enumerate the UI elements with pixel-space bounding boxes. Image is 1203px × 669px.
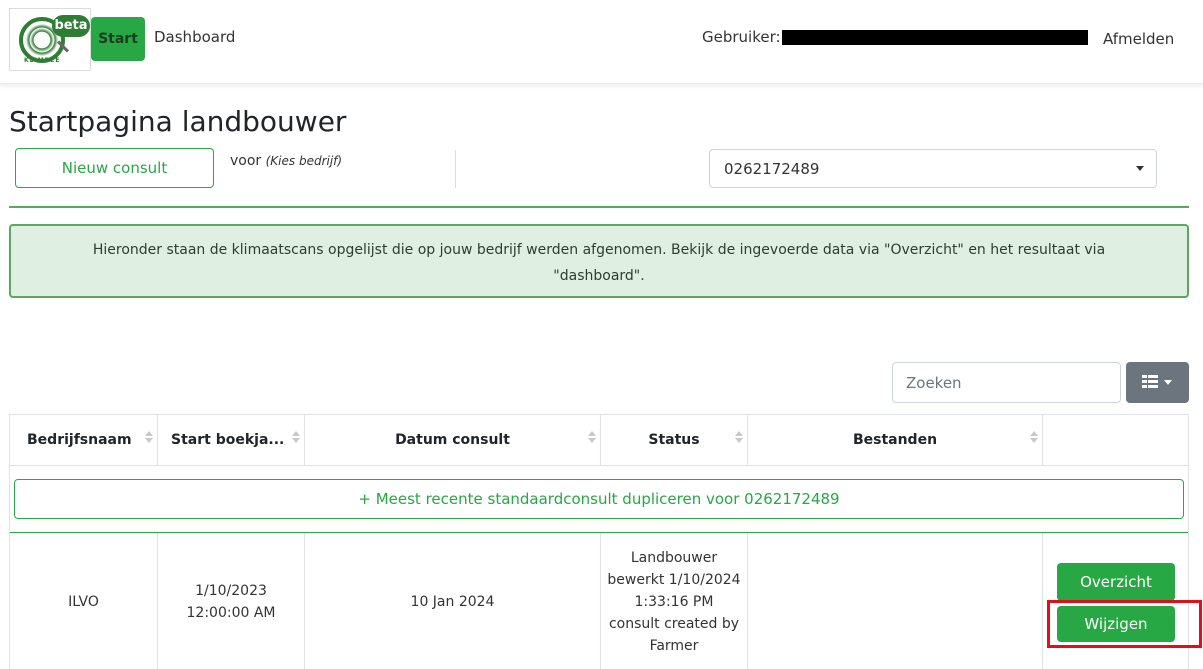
user-label: Gebruiker: <box>702 28 781 46</box>
climbee-logo[interactable]: beta KLIMBEE <box>9 8 91 71</box>
header-bedrijfsnaam[interactable]: Bedrijfsnaam <box>10 415 158 465</box>
columns-toggle-button[interactable] <box>1126 362 1189 403</box>
search-input[interactable] <box>892 362 1121 403</box>
cell-datum-consult: 10 Jan 2024 <box>305 533 601 669</box>
nav-start-button[interactable]: Start <box>91 17 145 61</box>
company-select[interactable]: 0262172489 <box>709 149 1157 188</box>
beta-badge: beta <box>52 15 90 37</box>
start-value: 1/10/2023 12:00:00 AM <box>186 582 276 621</box>
logo-text: KLIMBEE <box>24 57 61 64</box>
header-status[interactable]: Status <box>601 415 748 465</box>
chevron-down-icon <box>1136 166 1144 171</box>
voor-hint: (Kies bedrijf) <box>265 154 343 168</box>
header-status-label: Status <box>648 432 700 448</box>
top-navbar: beta KLIMBEE Start Dashboard Gebruiker: … <box>0 0 1203 84</box>
page-title: Startpagina landbouwer <box>9 105 347 138</box>
dropdown-caret-icon <box>1164 380 1172 385</box>
cell-bestanden <box>748 533 1043 669</box>
info-alert: Hieronder staan de klimaatscans opgelijs… <box>9 224 1189 298</box>
header-bestanden[interactable]: Bestanden <box>748 415 1043 465</box>
header-divider <box>10 465 1188 466</box>
voor-label: voor (Kies bedrijf) <box>230 153 342 169</box>
header-datum-label: Datum consult <box>395 432 510 448</box>
header-start-boekjaar[interactable]: Start boekja... <box>158 415 305 465</box>
header-bestanden-label: Bestanden <box>852 432 938 448</box>
header-actions <box>1043 415 1188 465</box>
bedrijfsnaam-value: ILVO <box>68 593 99 610</box>
header-datum-consult[interactable]: Datum consult <box>305 415 601 465</box>
status-value: Landbouwer bewerkt 1/10/2024 1:33:16 PM … <box>607 549 741 654</box>
new-consult-button[interactable]: Nieuw consult <box>15 148 214 188</box>
logout-link[interactable]: Afmelden <box>1103 30 1174 48</box>
cell-status: Landbouwer bewerkt 1/10/2024 1:33:16 PM … <box>601 533 748 669</box>
consults-table: Bedrijfsnaam Start boekja... Datum consu… <box>9 414 1202 669</box>
cell-bedrijfsnaam: ILVO <box>10 533 158 669</box>
header-start-label: Start boekja... <box>171 432 285 448</box>
company-select-value: 0262172489 <box>724 160 820 178</box>
voor-text: voor <box>230 153 262 169</box>
datum-value: 10 Jan 2024 <box>410 593 495 610</box>
highlight-box <box>1047 600 1202 648</box>
overzicht-button[interactable]: Overzicht <box>1057 563 1175 601</box>
nav-dashboard-link[interactable]: Dashboard <box>154 28 235 46</box>
info-text: Hieronder staan de klimaatscans opgelijs… <box>92 242 1106 284</box>
header-bedrijfsnaam-label: Bedrijfsnaam <box>27 432 132 448</box>
section-divider <box>9 206 1189 208</box>
user-name-redacted <box>782 30 1088 45</box>
columns-icon <box>1142 375 1158 388</box>
duplicate-consult-button[interactable]: + Meest recente standaardconsult duplice… <box>14 479 1184 519</box>
divider <box>455 150 456 188</box>
cell-start-boekjaar: 1/10/2023 12:00:00 AM <box>158 533 305 669</box>
